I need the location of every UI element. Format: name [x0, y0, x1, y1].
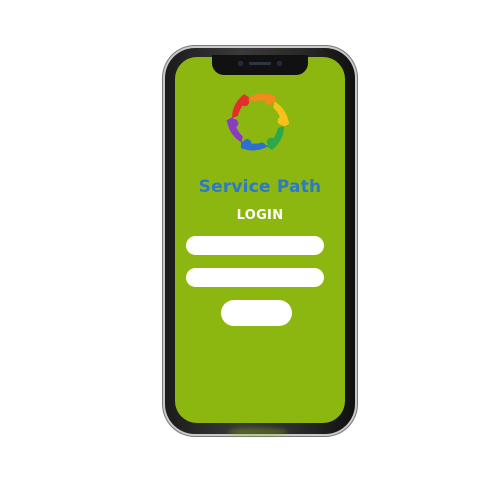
speaker-grille	[249, 62, 271, 65]
phone-power-button	[355, 140, 357, 180]
login-heading: LOGIN	[236, 208, 284, 223]
username-field[interactable]	[186, 236, 324, 255]
mockup-stage: Service Path LOGIN	[0, 0, 499, 499]
login-button[interactable]	[221, 300, 292, 326]
front-camera-icon	[238, 61, 243, 66]
people-circle-logo-icon	[226, 93, 290, 151]
sensor-icon	[277, 61, 282, 66]
phone-reflection	[228, 428, 288, 436]
app-title: Service Path	[198, 177, 322, 197]
password-field[interactable]	[186, 268, 324, 287]
phone-notch	[212, 55, 308, 75]
